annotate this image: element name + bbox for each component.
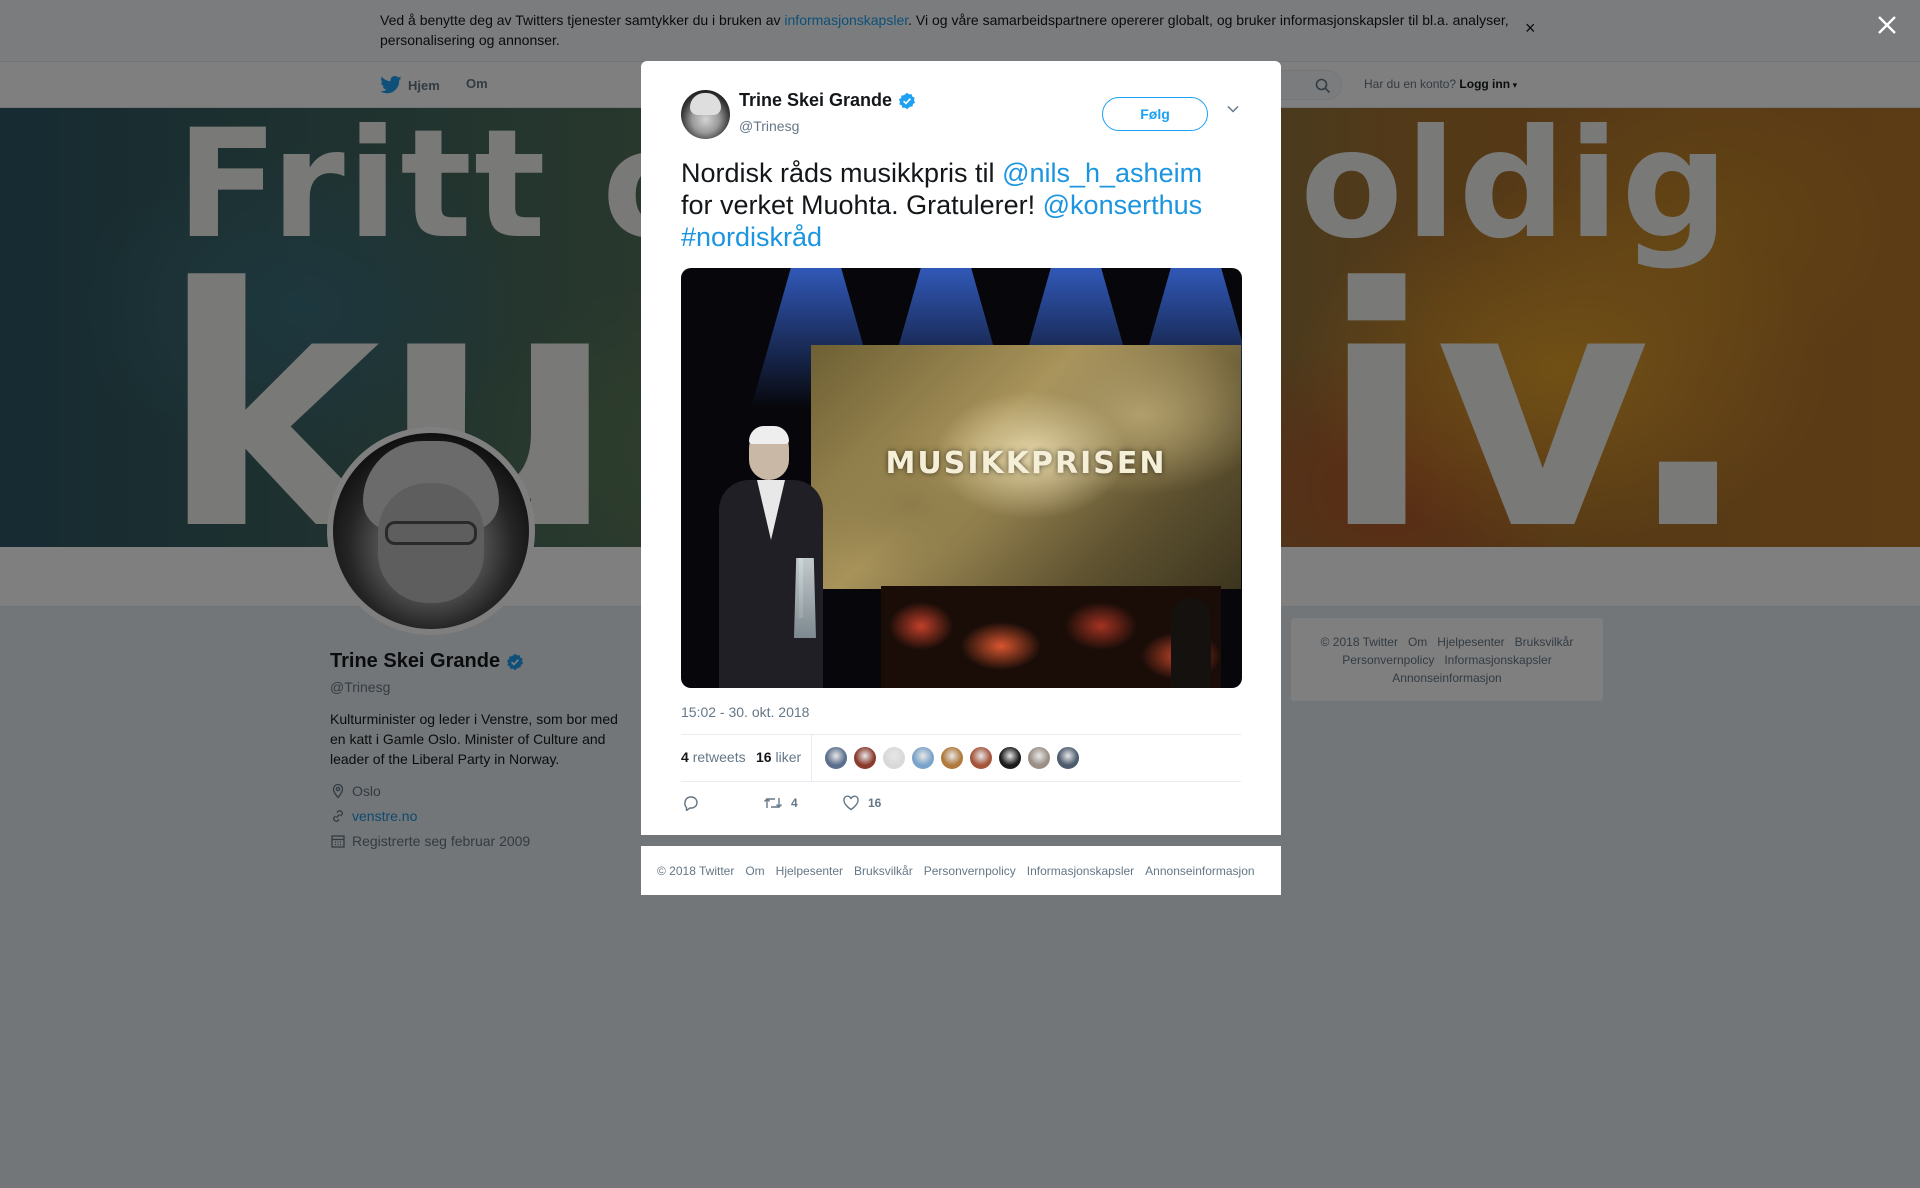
stage-decoration xyxy=(881,586,1221,688)
retweet-button[interactable]: 4 xyxy=(763,795,798,811)
tweet-text-part1: Nordisk råds musikkpris til xyxy=(681,158,1003,188)
liker-avatar[interactable] xyxy=(998,746,1022,770)
modal-footer-help[interactable]: Hjelpesenter xyxy=(776,864,843,878)
retweets-label: retweets xyxy=(692,749,746,765)
musician-figure xyxy=(1171,598,1211,688)
tweet-timestamp[interactable]: 15:02 - 30. okt. 2018 xyxy=(681,704,1241,720)
stats-divider xyxy=(811,735,812,781)
retweets-stat[interactable]: 4 retweets xyxy=(681,749,746,765)
tweet: Trine Skei Grande @Trinesg Følg Nordisk … xyxy=(681,90,1242,826)
heart-icon xyxy=(843,795,859,811)
tweet-actions: 4 16 xyxy=(681,782,1241,826)
liker-avatar[interactable] xyxy=(1027,746,1051,770)
follow-button[interactable]: Følg xyxy=(1102,97,1208,131)
modal-footer-privacy[interactable]: Personvernpolicy xyxy=(924,864,1016,878)
verified-badge-icon xyxy=(898,92,916,109)
liker-avatar[interactable] xyxy=(882,746,906,770)
liker-avatar[interactable] xyxy=(911,746,935,770)
liker-avatar[interactable] xyxy=(969,746,993,770)
reply-button[interactable] xyxy=(682,795,708,811)
tweet-author-avatar[interactable] xyxy=(681,90,730,139)
tweet-stats: 4 retweets 16 liker xyxy=(681,734,1241,782)
tweet-modal: Trine Skei Grande @Trinesg Følg Nordisk … xyxy=(641,61,1281,835)
tweet-author-name-row: Trine Skei Grande xyxy=(739,90,916,111)
liker-avatars xyxy=(824,746,1080,770)
liker-avatar[interactable] xyxy=(824,746,848,770)
tweet-mention-konserthus[interactable]: @konserthus xyxy=(1043,190,1202,220)
tweet-mention-nils[interactable]: @nils_h_asheim xyxy=(1002,158,1202,188)
like-action-count: 16 xyxy=(868,796,882,810)
likes-label: liker xyxy=(775,749,802,765)
retweets-count: 4 xyxy=(681,749,689,765)
retweet-action-count: 4 xyxy=(791,796,798,810)
modal-footer-terms[interactable]: Bruksvilkår xyxy=(854,864,913,878)
tweet-text-part2: for verket Muohta. Gratulerer! xyxy=(681,190,1043,220)
award-trophy xyxy=(794,558,816,638)
like-button[interactable]: 16 xyxy=(842,795,881,811)
retweet-icon xyxy=(764,798,782,808)
modal-footer-cookies[interactable]: Informasjonskapsler xyxy=(1027,864,1134,878)
close-icon[interactable] xyxy=(1874,12,1900,38)
liker-avatar[interactable] xyxy=(1056,746,1080,770)
tweet-media-photo[interactable]: MUSIKKPRISEN xyxy=(681,268,1242,688)
tweet-header: Trine Skei Grande @Trinesg Følg xyxy=(681,90,1241,146)
likes-count: 16 xyxy=(756,749,772,765)
modal-footer-about[interactable]: Om xyxy=(745,864,764,878)
tweet-author-handle[interactable]: @Trinesg xyxy=(739,118,799,134)
modal-footer-copyright: © 2018 Twitter xyxy=(657,863,735,878)
likes-stat[interactable]: 16 liker xyxy=(756,749,801,765)
modal-footer: © 2018 Twitter Om Hjelpesenter Bruksvilk… xyxy=(641,846,1281,895)
liker-avatar[interactable] xyxy=(940,746,964,770)
chevron-down-icon[interactable] xyxy=(1226,104,1240,114)
tweet-text: Nordisk råds musikkpris til @nils_h_ashe… xyxy=(681,157,1241,253)
tweet-hashtag[interactable]: #nordiskråd xyxy=(681,222,822,252)
tweet-author-name[interactable]: Trine Skei Grande xyxy=(739,90,892,111)
reply-icon xyxy=(684,796,698,811)
stage-screen: MUSIKKPRISEN xyxy=(811,345,1241,589)
liker-avatar[interactable] xyxy=(853,746,877,770)
modal-footer-ads-info[interactable]: Annonseinformasjon xyxy=(1145,864,1254,878)
media-caption-text: MUSIKKPRISEN xyxy=(885,446,1167,481)
